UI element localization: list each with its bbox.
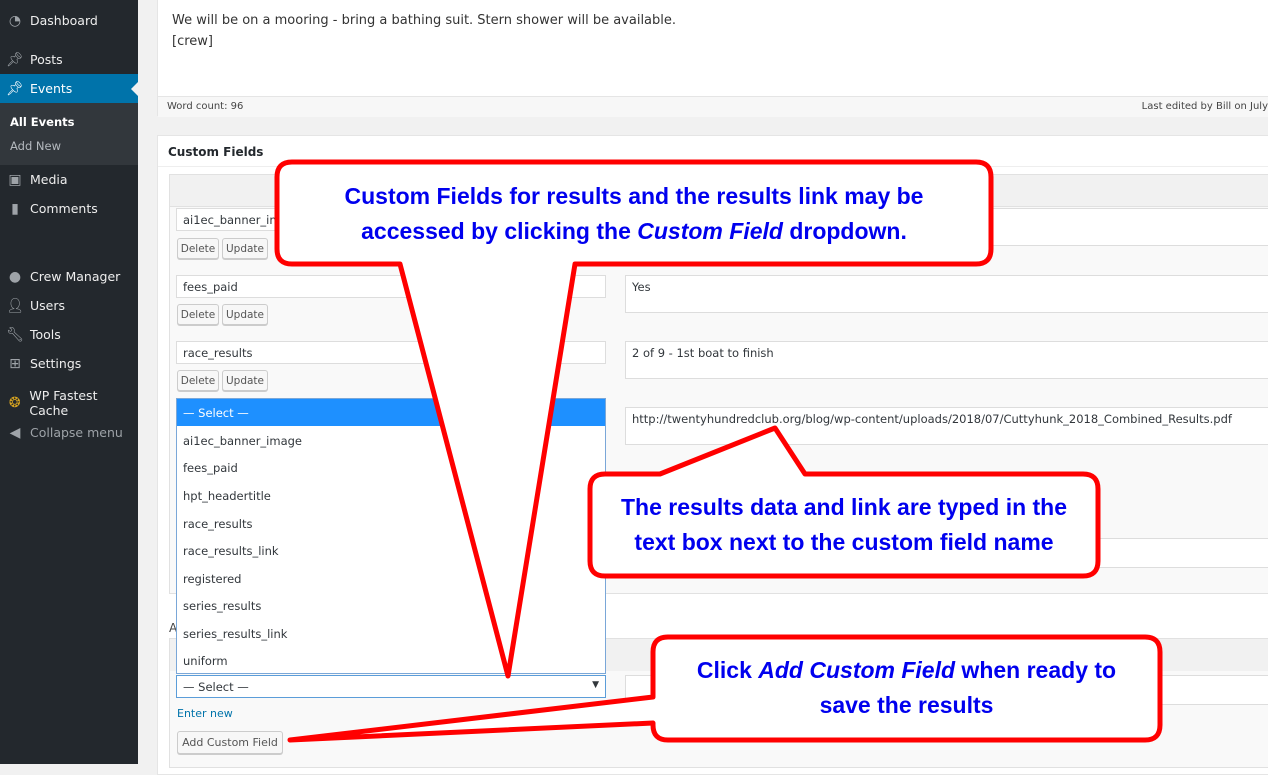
callout-3-text: Click Add Custom Field when ready to sav… [696,657,1117,718]
callout-2-text: The results data and link are typed in t… [620,494,1068,555]
callout-shapes [274,159,1163,743]
callout-1-text: Custom Fields for results and the result… [344,183,924,244]
